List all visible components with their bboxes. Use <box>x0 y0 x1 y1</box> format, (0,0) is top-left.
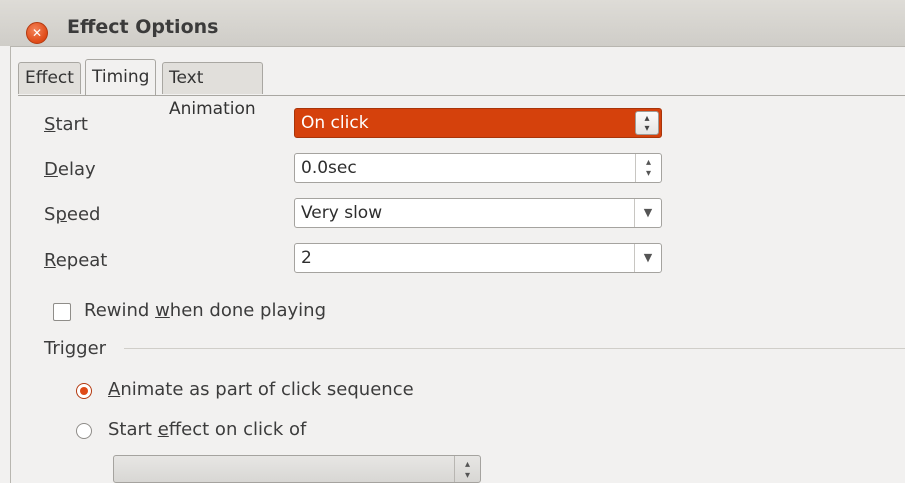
delay-spinfield[interactable]: 0.0sec ▴ ▾ <box>294 153 662 183</box>
animate-sequence-radio[interactable] <box>76 383 92 399</box>
rewind-label[interactable]: Rewind when done playing <box>84 300 326 321</box>
start-effect-on-click-radio[interactable] <box>76 423 92 439</box>
speed-select[interactable]: Very slow ▼ <box>294 198 662 228</box>
spinner-icon[interactable]: ▴ ▾ <box>635 154 661 182</box>
trigger-separator <box>124 348 905 349</box>
tab-text-animation[interactable]: Text Animation <box>162 62 263 119</box>
start-value: On click <box>301 113 369 133</box>
title-bar: ✕ Effect Options <box>0 0 905 47</box>
close-icon[interactable]: ✕ <box>26 22 48 44</box>
window-title: Effect Options <box>67 16 219 38</box>
start-select[interactable]: On click ▴ ▾ <box>294 108 662 138</box>
speed-label: Speed <box>44 204 101 225</box>
repeat-label: Repeat <box>44 250 108 271</box>
trigger-heading: Trigger <box>44 338 107 359</box>
tab-timing[interactable]: Timing <box>85 59 157 95</box>
dropdown-arrow-icon[interactable]: ▼ <box>634 199 661 227</box>
trigger-shape-select[interactable]: ▴ ▾ <box>113 455 481 483</box>
up-down-icon[interactable]: ▴ ▾ <box>635 111 659 135</box>
rewind-checkbox[interactable] <box>53 303 71 321</box>
delay-value: 0.0sec <box>301 158 357 178</box>
tab-divider <box>18 95 905 96</box>
dropdown-arrow-icon[interactable]: ▼ <box>634 244 661 272</box>
repeat-value: 2 <box>301 248 312 268</box>
speed-value: Very slow <box>301 203 383 223</box>
start-effect-on-click-label[interactable]: Start effect on click of <box>108 419 306 440</box>
repeat-select[interactable]: 2 ▼ <box>294 243 662 273</box>
up-down-icon[interactable]: ▴ ▾ <box>454 456 480 482</box>
animate-sequence-label[interactable]: Animate as part of click sequence <box>108 379 414 400</box>
delay-label: Delay <box>44 159 96 180</box>
start-label: Start <box>44 114 88 135</box>
tab-effect[interactable]: Effect <box>18 62 81 94</box>
window-border <box>0 46 11 483</box>
